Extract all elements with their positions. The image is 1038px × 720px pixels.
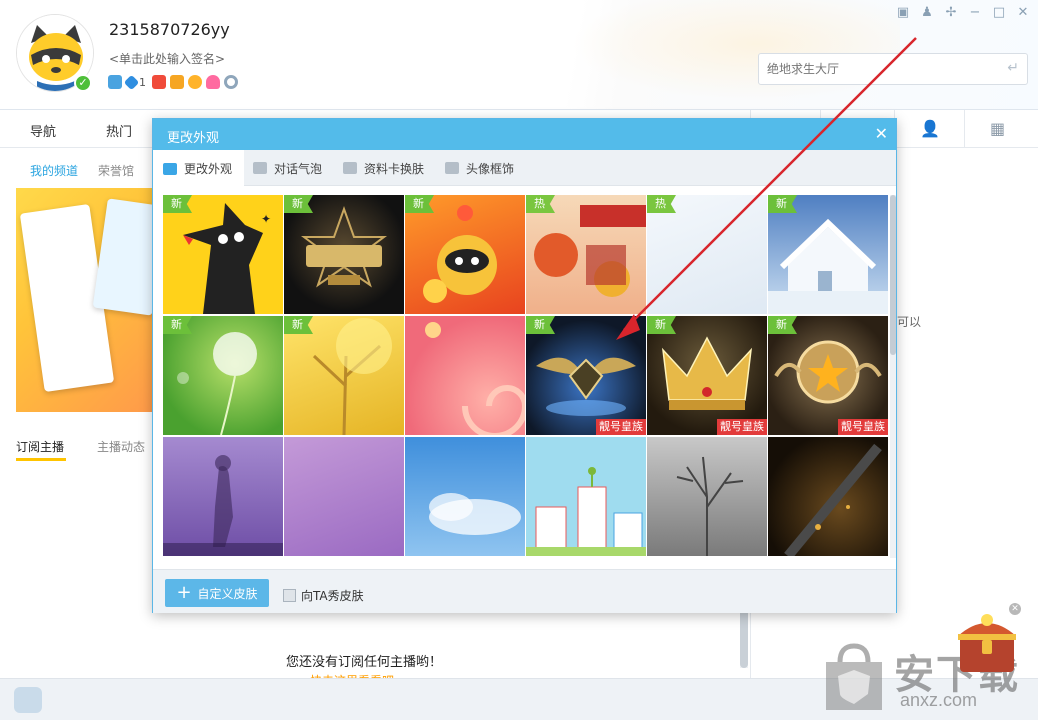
skin-tile[interactable]: 新 [284, 316, 404, 435]
shield-bag-icon [826, 643, 882, 710]
skin-grid-scroll-thumb[interactable] [890, 195, 896, 355]
change-appearance-dialog: 更改外观 ✕ 更改外观 对话气泡 资料卡换肤 头像框饰 ✦ 新 新 新 热 热 … [152, 118, 897, 613]
enter-icon[interactable]: ↵ [1007, 60, 1019, 76]
banner-card-2 [92, 198, 154, 316]
purple-girl-image [163, 455, 283, 556]
right-tab-contacts[interactable]: 👤 [894, 110, 964, 148]
subtab-my-channel[interactable]: 我的频道 [30, 162, 78, 179]
skin-tile[interactable] [768, 437, 888, 556]
skin-tile[interactable]: 新 [768, 195, 888, 314]
person-icon: 👤 [920, 119, 940, 138]
skin-label: 靓号皇族 [838, 419, 888, 435]
username: 2315870726yy [109, 20, 230, 39]
bubble-icon [253, 162, 267, 174]
skin-tile[interactable]: 新 [163, 316, 283, 435]
skin-tile[interactable] [405, 437, 525, 556]
dialog-close-icon[interactable]: ✕ [875, 124, 888, 144]
skin-tile[interactable] [163, 437, 283, 556]
tab-anchor-updates[interactable]: 主播动态 [97, 438, 145, 455]
play-icon[interactable] [170, 75, 184, 89]
tab-label: 更改外观 [184, 162, 233, 176]
skin-label: 靓号皇族 [717, 419, 767, 435]
skin-icon[interactable]: ♟ [920, 6, 934, 20]
heart-icon[interactable] [206, 75, 220, 89]
screenshot-icon[interactable]: ▣ [896, 6, 910, 20]
gamepad-icon[interactable] [108, 75, 122, 89]
cartoon-town-image [526, 467, 646, 556]
dark-gold-image [784, 443, 882, 556]
card-icon [343, 162, 357, 174]
skin-tag: 热 [647, 195, 676, 213]
signature-input[interactable]: <单击此处输入签名> [109, 50, 225, 67]
window-controls: ▣ ♟ ✢ − □ ✕ [896, 6, 1030, 20]
nav-item-guide[interactable]: 导航 [30, 121, 56, 140]
dialog-tabs: 更改外观 对话气泡 资料卡换肤 头像框饰 [153, 150, 896, 187]
skin-tile[interactable]: 热 [647, 195, 767, 314]
mascot-icon[interactable] [14, 687, 42, 713]
skin-tile[interactable]: 新 靓号皇族 [768, 316, 888, 435]
right-panel-text: 可以 [897, 315, 922, 329]
skin-tile[interactable] [284, 437, 404, 556]
tab-chat-bubble[interactable]: 对话气泡 [253, 150, 322, 186]
diamond-count: 1 [139, 75, 146, 89]
dialog-title-bar: 更改外观 ✕ [153, 119, 896, 150]
close-icon[interactable]: ✕ [1016, 6, 1030, 20]
treasure-close-icon[interactable]: ✕ [1009, 603, 1021, 615]
diamond-icon[interactable] [123, 74, 140, 90]
show-skin-label: 向TA秀皮肤 [301, 589, 364, 603]
custom-skin-label: 自定义皮肤 [197, 586, 258, 601]
bare-tree-image [676, 456, 744, 556]
treasure-chest-icon[interactable] [952, 606, 1022, 678]
watermark-url: anxz.com [900, 690, 978, 710]
dialog-footer: + 自定义皮肤 向TA秀皮肤 [153, 569, 896, 613]
right-tab-apps[interactable]: ▦ [964, 110, 1034, 148]
skin-tile[interactable]: 新 [284, 195, 404, 314]
plus-icon: + [176, 582, 192, 603]
cloud-sky-image [429, 493, 521, 535]
svg-text:✦: ✦ [261, 212, 271, 226]
minimize-icon[interactable]: − [968, 6, 982, 20]
eye-icon[interactable] [224, 75, 238, 89]
shirt-icon [163, 162, 177, 175]
tab-label: 对话气泡 [274, 161, 323, 176]
face-icon[interactable] [188, 75, 202, 89]
hall-search-box: ↵ [758, 53, 1028, 85]
tab-profile-card-skin[interactable]: 资料卡换肤 [343, 150, 424, 186]
skin-tile[interactable]: ✦ 新 [163, 195, 283, 314]
skin-tile[interactable]: 热 [526, 195, 646, 314]
pin-icon[interactable]: ✢ [944, 6, 958, 20]
tab-label: 资料卡换肤 [364, 161, 425, 176]
tab-subscribed-anchors[interactable]: 订阅主播 [16, 438, 64, 455]
maximize-icon[interactable]: □ [992, 6, 1006, 20]
skin-tile[interactable]: 新 靓号皇族 [647, 316, 767, 435]
skin-grid: ✦ 新 新 新 热 热 新 新 新 新 靓号皇族 新 靓号皇族 新 靓号皇族 [163, 195, 890, 558]
skin-tile[interactable] [526, 437, 646, 556]
grid-icon: ▦ [990, 119, 1006, 138]
subtab-honor-hall[interactable]: 荣誉馆 [98, 162, 134, 179]
skin-tile[interactable]: 新 靓号皇族 [526, 316, 646, 435]
skin-tile[interactable] [647, 437, 767, 556]
tab-label: 头像框饰 [466, 161, 515, 176]
promo-banner[interactable] [16, 188, 154, 412]
online-check-icon: ✓ [74, 74, 92, 92]
tab-avatar-frame[interactable]: 头像框饰 [445, 150, 514, 186]
custom-skin-button[interactable]: + 自定义皮肤 [165, 579, 269, 607]
show-skin-checkbox[interactable] [283, 589, 296, 602]
tab-change-appearance[interactable]: 更改外观 [153, 150, 245, 187]
skin-tile[interactable]: 新 [405, 195, 525, 314]
active-tab-indicator [16, 458, 66, 461]
show-skin-toggle[interactable]: 向TA秀皮肤 [283, 587, 364, 604]
nav-item-hot[interactable]: 热门 [106, 121, 132, 140]
vip-icon[interactable] [152, 75, 166, 89]
skin-label: 靓号皇族 [596, 419, 646, 435]
hall-search-input[interactable] [759, 54, 989, 84]
dialog-title: 更改外观 [167, 131, 220, 146]
skin-tile[interactable] [405, 316, 525, 435]
skin-grid-scrollbar[interactable] [890, 195, 896, 558]
pink-swirl-image [425, 322, 525, 435]
badge-row: 1 [108, 73, 238, 91]
frame-icon [445, 162, 459, 174]
empty-subscription-text: 您还没有订阅任何主播哟！ [286, 655, 443, 670]
window-header: ✓ 2315870726yy <单击此处输入签名> 1 ▣ ♟ ✢ − □ ✕ … [0, 0, 1038, 110]
